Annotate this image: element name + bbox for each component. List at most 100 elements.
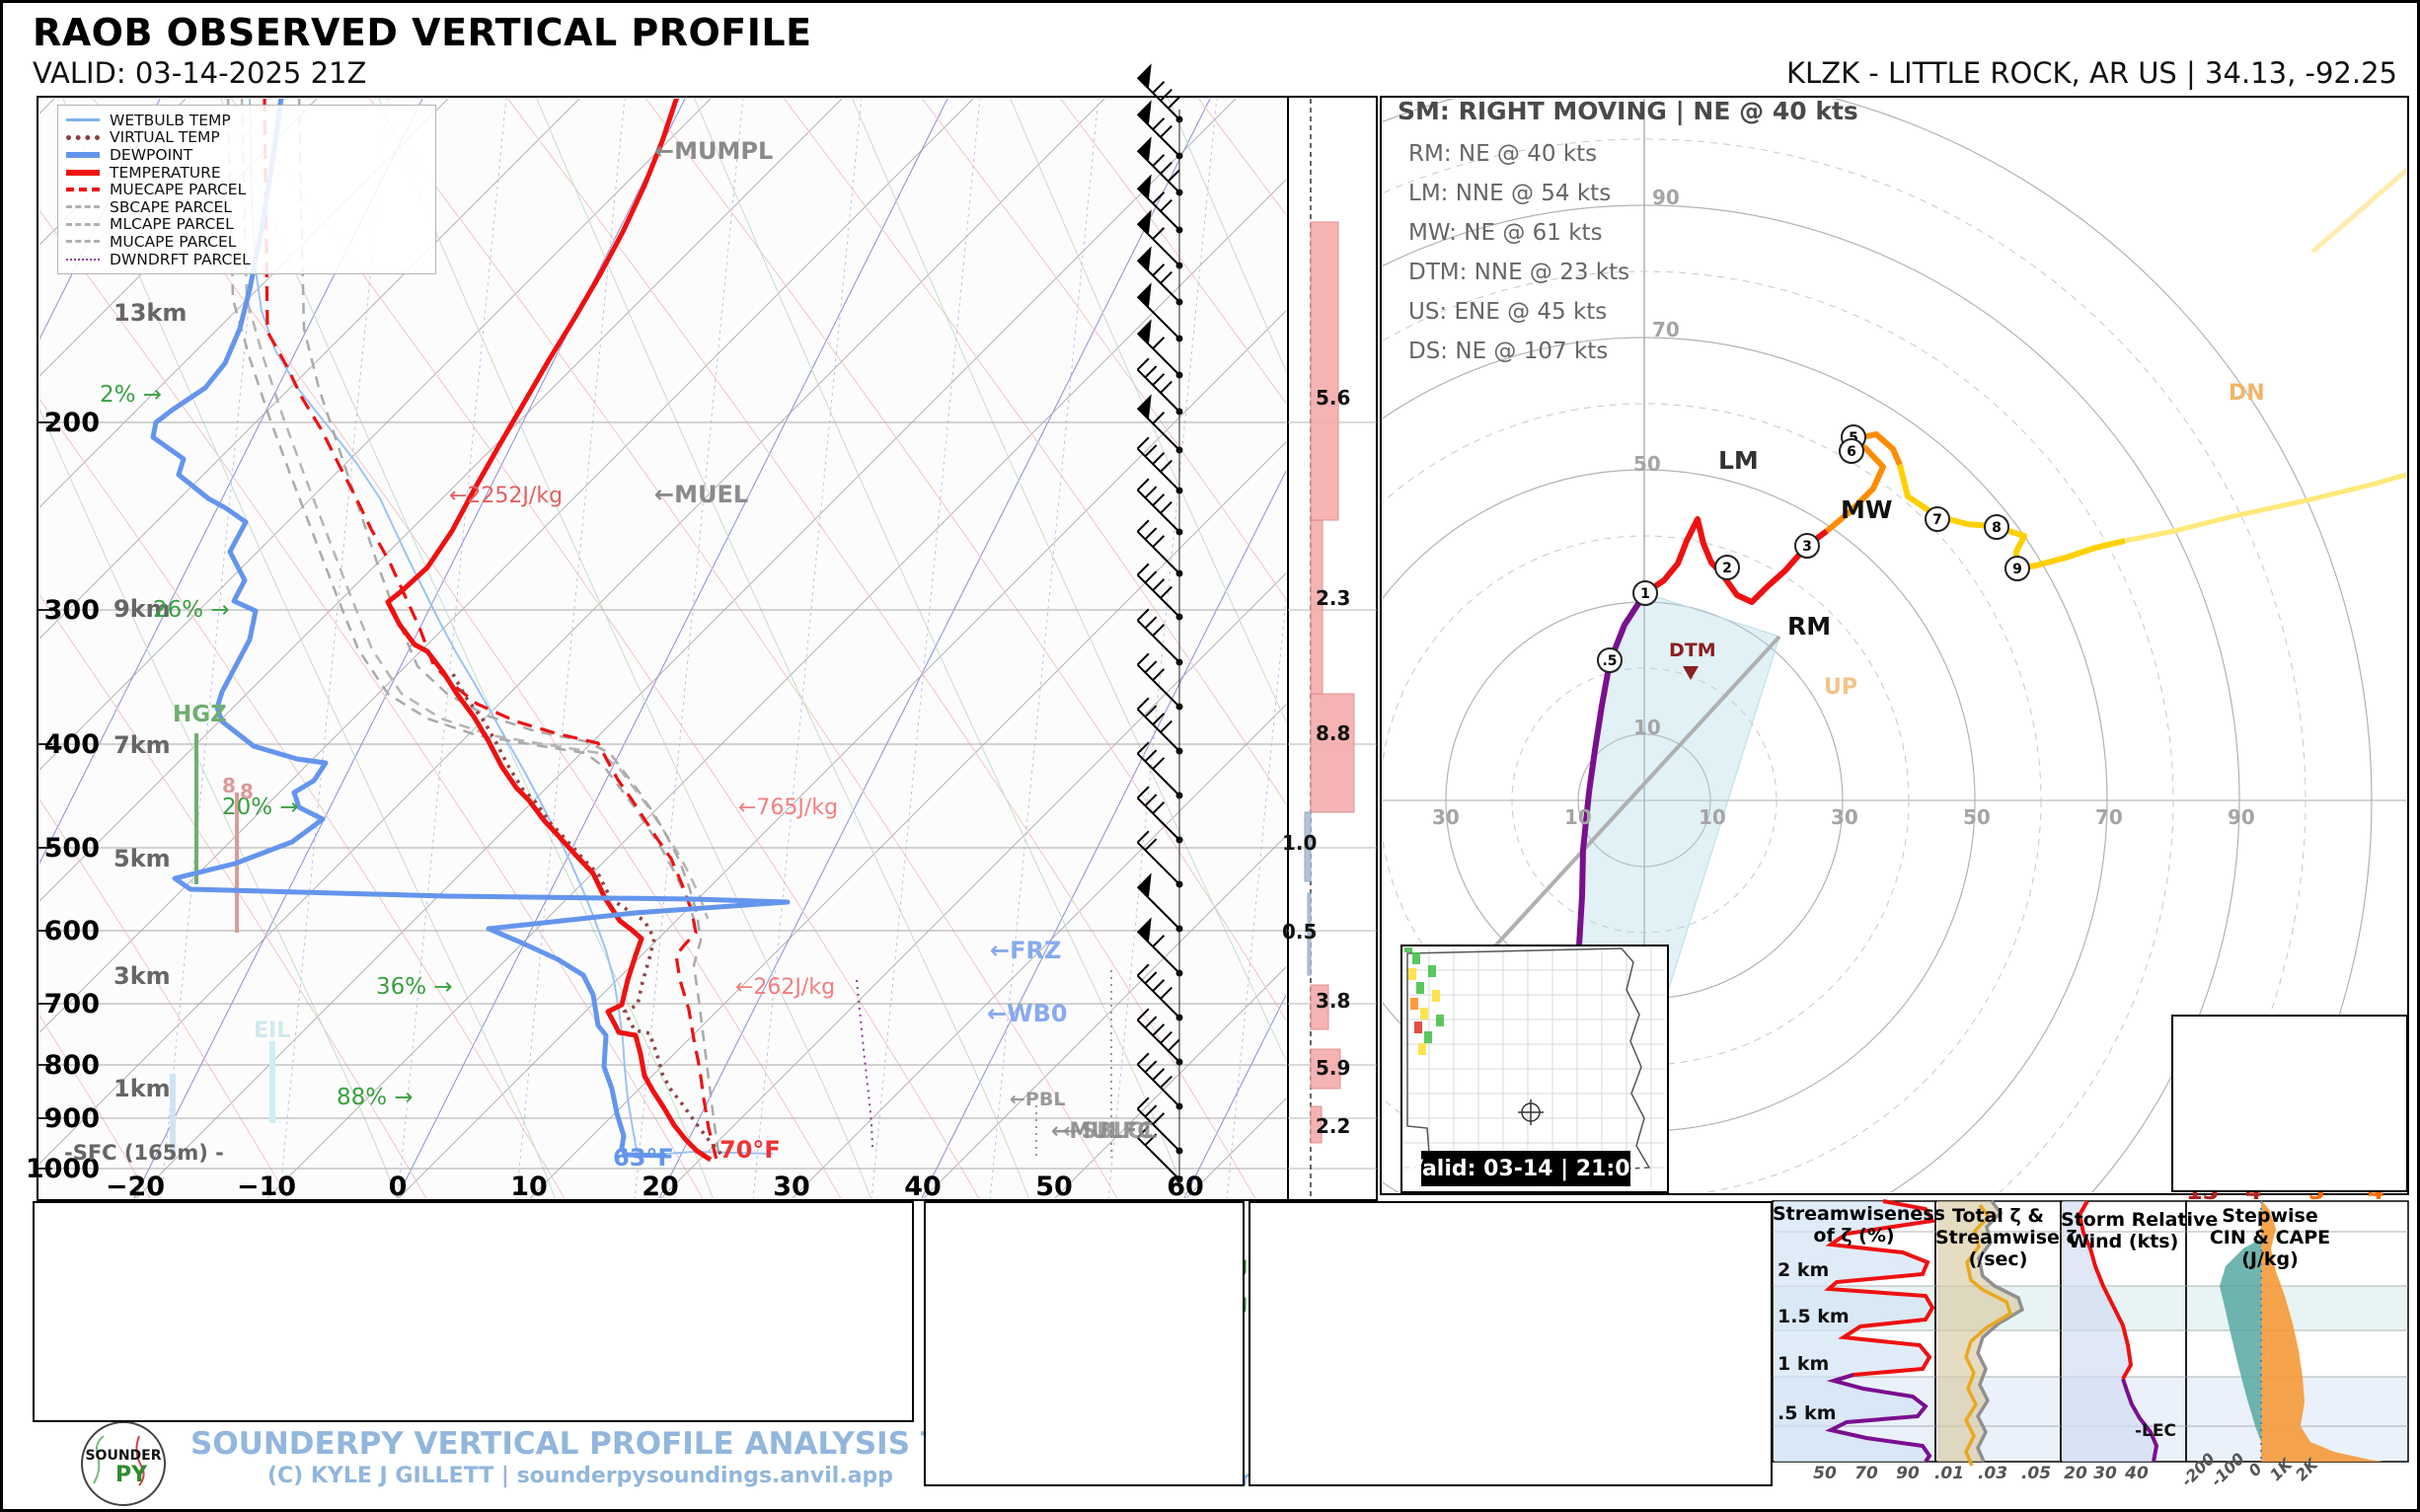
omega-value: 5.9 <box>1316 1056 1350 1080</box>
radar-echo <box>1414 1021 1422 1033</box>
hgz-label: HGZ <box>173 702 227 727</box>
pressure-label: 200 <box>44 408 100 438</box>
svg-text:MW: MW <box>1841 495 1892 524</box>
panel-height-label: .5 km <box>1777 1402 1837 1424</box>
svg-text:50: 50 <box>1813 1464 1837 1483</box>
legend-line-sample <box>66 205 100 208</box>
radar-echo <box>1410 998 1418 1010</box>
radar-echo <box>1424 1031 1432 1043</box>
radar-echo <box>1420 1008 1428 1020</box>
rh-arrow-label: 36% → <box>376 974 453 1000</box>
pressure-label: 500 <box>44 833 100 864</box>
legend-label: MLCAPE PARCEL <box>110 215 234 233</box>
legend-label: DEWPOINT <box>110 146 192 164</box>
svg-text:30: 30 <box>2093 1464 2117 1483</box>
storm-motion-item: US: ENE @ 45 kts <box>1408 299 1607 325</box>
streamwiseness-panel-title: Streamwisenessof ζ (%) <box>1773 1203 1935 1247</box>
radar-echo <box>1432 990 1440 1002</box>
storm-motion-item: RM: NE @ 40 kts <box>1408 141 1597 167</box>
svg-text:2: 2 <box>1722 561 1732 576</box>
skewt-legend: WETBULB TEMPVIRTUAL TEMPDEWPOINTTEMPERAT… <box>57 105 436 274</box>
legend-line-sample <box>66 118 100 121</box>
legend-item: MLCAPE PARCEL <box>66 216 427 234</box>
legend-item: TEMPERATURE <box>66 164 427 182</box>
svg-text:.05: .05 <box>2021 1464 2051 1483</box>
legend-label: DWNDRFT PARCEL <box>110 251 251 268</box>
legend-line-sample <box>66 223 100 226</box>
svg-text:10: 10 <box>1633 716 1661 739</box>
total-vorticity-panel-title: Total ζ &Streamwise ζ(/sec) <box>1935 1205 2061 1270</box>
height-label: 5km <box>113 845 171 872</box>
stepwise-panel-title: StepwiseCIN & CAPE(J/kg) <box>2186 1205 2354 1270</box>
sfc-dwpt-label: 63°F <box>613 1144 674 1172</box>
svg-text:30: 30 <box>1831 805 1858 829</box>
legend-item: DWNDRFT PARCEL <box>66 251 427 268</box>
rh-arrow-label: 26% → <box>153 597 230 623</box>
sblcl-label: ←SBLCL <box>1063 1119 1157 1144</box>
omega-value: 3.8 <box>1316 989 1350 1013</box>
panel-height-label: 2 km <box>1777 1259 1829 1281</box>
temp-tick: −20 <box>106 1172 165 1202</box>
legend-label: MUCAPE PARCEL <box>110 233 236 251</box>
svg-text:10: 10 <box>1564 805 1592 829</box>
svg-text:70: 70 <box>2095 805 2123 829</box>
storm-motion-item: DS: NE @ 107 kts <box>1408 339 1608 364</box>
storm-motion-item: MW: NE @ 61 kts <box>1408 220 1603 246</box>
svg-text:1: 1 <box>1640 586 1650 602</box>
pressure-label: 400 <box>44 729 100 760</box>
legend-line-sample <box>66 188 100 191</box>
temp-tick: 10 <box>510 1172 548 1202</box>
moisture-stats-box <box>924 1201 1245 1486</box>
eil-label: EIL <box>254 1019 290 1043</box>
svg-text:8: 8 <box>240 780 254 803</box>
pressure-label: 600 <box>44 916 100 946</box>
frz-label: ←FRZ <box>990 937 1061 964</box>
svg-text:.5: .5 <box>1602 653 1617 669</box>
svg-text:3: 3 <box>1802 539 1812 555</box>
wb0-label: ←WB0 <box>987 1000 1068 1027</box>
panel-height-label: 1 km <box>1777 1353 1829 1375</box>
temp-tick: 40 <box>904 1172 942 1202</box>
svg-text:70: 70 <box>1854 1464 1878 1483</box>
svg-text:6: 6 <box>1847 444 1856 460</box>
legend-item: MUECAPE PARCEL <box>66 181 427 198</box>
height-label: 13km <box>113 299 187 327</box>
svg-text:LM: LM <box>1718 446 1759 475</box>
legend-label: VIRTUAL TEMP <box>110 128 220 146</box>
temp-tick: 60 <box>1167 1172 1204 1202</box>
svg-text:8: 8 <box>222 774 236 797</box>
svg-text:40: 40 <box>2124 1464 2149 1483</box>
legend-line-sample <box>66 259 100 261</box>
radar-echo <box>1428 965 1436 977</box>
svg-text:50: 50 <box>1963 805 1991 829</box>
svg-text:DTM: DTM <box>1669 640 1716 661</box>
brand-text: SOUNDERPY VERTICAL PROFILE ANALYSIS TOOL <box>190 1426 970 1462</box>
pressure-label: 800 <box>44 1050 100 1081</box>
temp-tick: −10 <box>237 1172 296 1202</box>
height-label: 7km <box>113 731 171 759</box>
pressure-label: 300 <box>44 595 100 626</box>
radar-echo <box>1416 982 1424 994</box>
pressure-label: 700 <box>44 989 100 1020</box>
svg-text:9: 9 <box>2012 562 2022 577</box>
rh-arrow-label: 2% → <box>100 382 162 408</box>
svg-text:7: 7 <box>1932 512 1942 528</box>
legend-line-sample <box>66 152 100 158</box>
panel-height-label: 1.5 km <box>1777 1306 1850 1327</box>
temp-tick: 20 <box>642 1172 679 1202</box>
svg-text:70: 70 <box>1652 318 1680 341</box>
temp-tick: 50 <box>1035 1172 1073 1202</box>
temp-tick: 30 <box>773 1172 810 1202</box>
legend-label: TEMPERATURE <box>110 164 221 182</box>
legend-item: SBCAPE PARCEL <box>66 198 427 216</box>
cape-label: ←2252J/kg <box>449 484 563 508</box>
legend-label: WETBULB TEMP <box>110 112 231 129</box>
omega-value: 0.5 <box>1282 920 1317 944</box>
legend-line-sample <box>66 135 100 140</box>
svg-text:RM: RM <box>1787 612 1831 641</box>
sfc-temp-label: 70°F <box>719 1136 781 1164</box>
thermo-stats-box <box>33 1201 914 1422</box>
omega-value: 5.6 <box>1316 386 1350 410</box>
srh-summary-box <box>2171 1015 2408 1192</box>
svg-text:90: 90 <box>2228 805 2255 829</box>
